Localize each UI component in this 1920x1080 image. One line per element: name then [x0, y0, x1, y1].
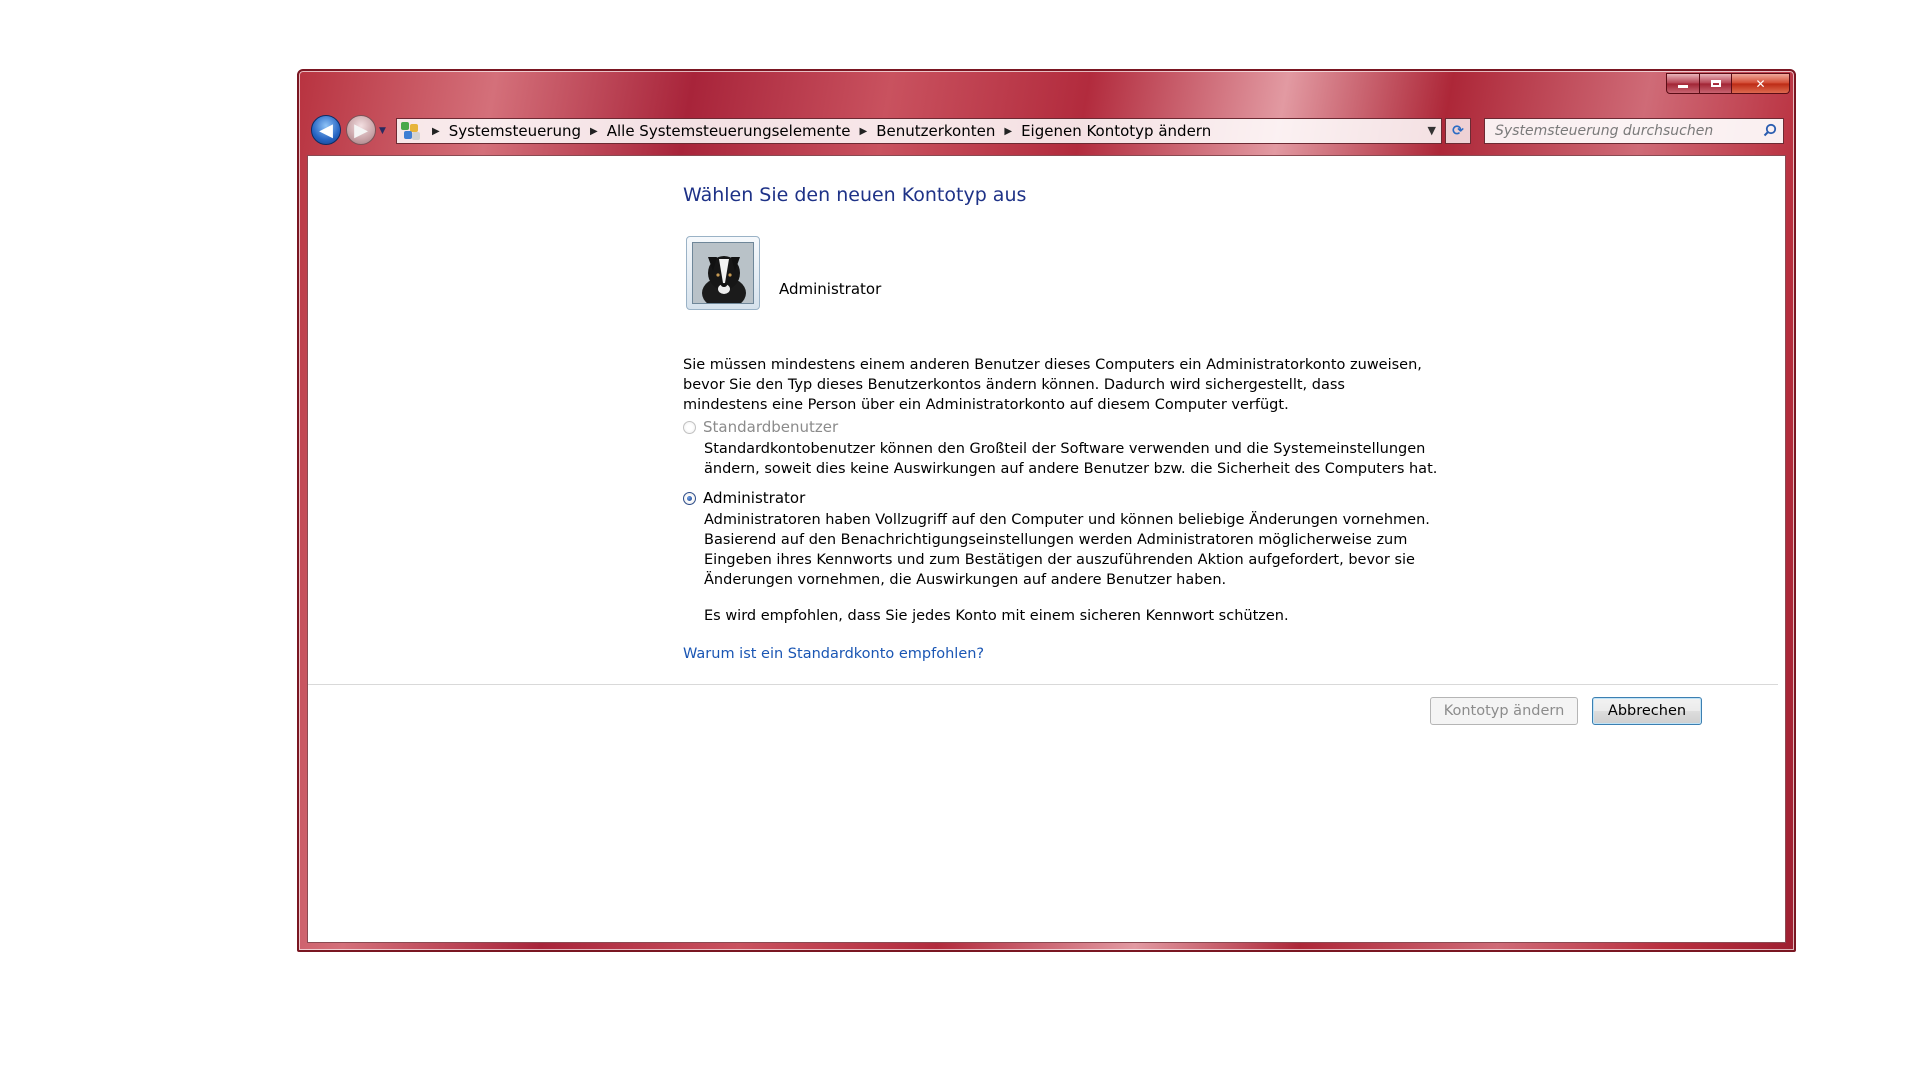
- password-recommendation: Es wird empfohlen, dass Sie jedes Konto …: [704, 608, 1289, 624]
- radio-standard-user[interactable]: [683, 420, 696, 434]
- breadcrumb-separator-icon: ▶: [1004, 125, 1013, 137]
- breadcrumb-separator-icon: ▶: [859, 125, 868, 137]
- breadcrumb-separator-icon: ▶: [590, 125, 598, 137]
- address-bar[interactable]: ▶ Systemsteuerung ▶ Alle Systemsteuerung…: [396, 118, 1442, 144]
- standard-user-description: Standardkontobenutzer können den Großtei…: [704, 441, 1438, 477]
- option-standard-user[interactable]: Standardbenutzer: [683, 418, 838, 436]
- breadcrumb-benutzerkonten[interactable]: Benutzerkonten: [876, 122, 995, 140]
- breadcrumb-systemsteuerung[interactable]: Systemsteuerung: [449, 122, 581, 140]
- cancel-button[interactable]: Abbrechen: [1592, 697, 1702, 725]
- administrator-description: Administratoren haben Vollzugriff auf de…: [704, 512, 1430, 588]
- address-dropdown-icon[interactable]: ▼: [1428, 124, 1436, 137]
- minimize-button[interactable]: [1666, 73, 1700, 94]
- back-button[interactable]: ◀: [311, 115, 341, 145]
- minimize-icon: [1678, 85, 1688, 88]
- dog-picture-icon: [693, 243, 753, 303]
- arrow-left-icon: ◀: [319, 119, 333, 141]
- breadcrumb-alle-elemente[interactable]: Alle Systemsteuerungselemente: [607, 122, 851, 140]
- account-name: Administrator: [779, 280, 882, 298]
- intro-text: Sie müssen mindestens einem anderen Benu…: [683, 357, 1422, 413]
- maximize-button[interactable]: [1700, 73, 1732, 94]
- refresh-button[interactable]: ⟳: [1445, 118, 1471, 144]
- search-input[interactable]: [1493, 122, 1757, 140]
- button-divider: [308, 684, 1778, 685]
- search-box: [1484, 118, 1784, 144]
- breadcrumb-kontotyp-aendern[interactable]: Eigenen Kontotyp ändern: [1021, 122, 1211, 140]
- chevron-down-icon: ▼: [379, 126, 386, 136]
- breadcrumb-separator-icon: ▶: [432, 125, 440, 137]
- change-account-type-button[interactable]: Kontotyp ändern: [1430, 697, 1578, 725]
- arrow-right-icon: ▶: [354, 119, 368, 141]
- radio-administrator[interactable]: [683, 491, 696, 505]
- refresh-icon: ⟳: [1452, 123, 1464, 139]
- forward-button[interactable]: ▶: [346, 115, 376, 145]
- close-button[interactable]: ✕: [1732, 73, 1790, 94]
- close-icon: ✕: [1755, 76, 1766, 91]
- why-standard-account-link[interactable]: Warum ist ein Standardkonto empfohlen?: [683, 646, 984, 662]
- content-pane: Wählen Sie den neuen Kontotyp aus Admini…: [307, 155, 1786, 943]
- avatar: [686, 236, 760, 310]
- page-title: Wählen Sie den neuen Kontotyp aus: [683, 184, 1027, 206]
- radio-label-standard-user: Standardbenutzer: [703, 418, 839, 436]
- radio-label-administrator: Administrator: [703, 489, 806, 507]
- control-panel-window: ✕ ◀ ▶ ▼ ▶ Systemsteuerung ▶ Alle Systems…: [297, 69, 1796, 952]
- account-picture: [692, 242, 754, 304]
- control-panel-icon: [401, 122, 423, 140]
- maximize-icon: [1710, 80, 1721, 87]
- search-icon[interactable]: [1763, 123, 1777, 137]
- caption-buttons: ✕: [1666, 73, 1790, 95]
- option-administrator[interactable]: Administrator: [683, 489, 805, 507]
- recent-pages-dropdown[interactable]: ▼: [379, 126, 389, 136]
